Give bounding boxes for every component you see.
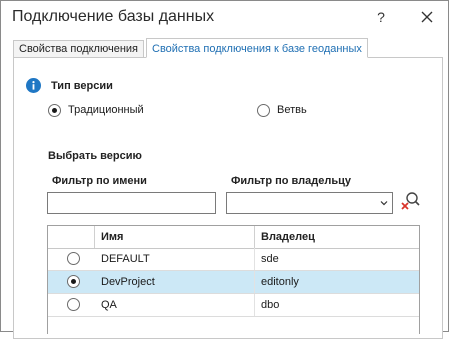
choose-version-title: Выбрать версию xyxy=(48,150,142,162)
row-radio[interactable] xyxy=(67,298,80,311)
close-button[interactable] xyxy=(419,7,435,27)
table-row[interactable]: DEFAULT sde xyxy=(48,248,419,271)
row-radio[interactable] xyxy=(67,275,80,288)
column-header-owner[interactable]: Владелец xyxy=(255,226,419,248)
radio-branch-label: Ветвь xyxy=(277,104,307,116)
version-owner-cell: sde xyxy=(261,253,279,265)
close-icon xyxy=(421,11,433,23)
version-owner-cell: dbo xyxy=(261,299,280,311)
chevron-down-icon xyxy=(380,201,388,206)
owner-filter-label: Фильтр по владельцу xyxy=(231,175,351,187)
table-header: Имя Владелец xyxy=(48,226,419,249)
tab-geodatabase-connection-properties[interactable]: Свойства подключения к базе геоданных xyxy=(146,38,368,58)
radio-traditional-label: Традиционный xyxy=(68,104,144,116)
database-connection-dialog: Подключение базы данных ? Свойства подкл… xyxy=(0,0,449,339)
name-filter-input[interactable] xyxy=(47,192,216,214)
column-header-select xyxy=(48,226,95,248)
row-radio[interactable] xyxy=(67,252,80,265)
owner-filter-combobox[interactable] xyxy=(226,192,393,214)
table-row[interactable]: QA dbo xyxy=(48,294,419,317)
clear-filter-button[interactable] xyxy=(399,190,421,212)
name-filter-label: Фильтр по имени xyxy=(52,175,147,187)
dialog-title: Подключение базы данных xyxy=(12,8,215,25)
version-type-title: Тип версии xyxy=(51,80,113,92)
column-header-name[interactable]: Имя xyxy=(95,226,255,248)
clear-filter-icon xyxy=(401,192,420,210)
version-name-cell: DEFAULT xyxy=(95,248,255,270)
version-owner-cell: editonly xyxy=(261,276,299,288)
info-icon xyxy=(26,78,41,93)
title-bar: Подключение базы данных ? xyxy=(1,1,448,35)
table-row[interactable]: DevProject editonly xyxy=(48,271,419,294)
version-name-cell: DevProject xyxy=(95,271,255,293)
help-button[interactable]: ? xyxy=(373,7,389,27)
radio-traditional[interactable] xyxy=(48,104,61,117)
version-name-cell: QA xyxy=(95,294,255,316)
versions-table: Имя Владелец DEFAULT sde DevProject edit… xyxy=(47,225,420,334)
tab-connection-properties[interactable]: Свойства подключения xyxy=(13,40,144,58)
radio-branch[interactable] xyxy=(257,104,270,117)
